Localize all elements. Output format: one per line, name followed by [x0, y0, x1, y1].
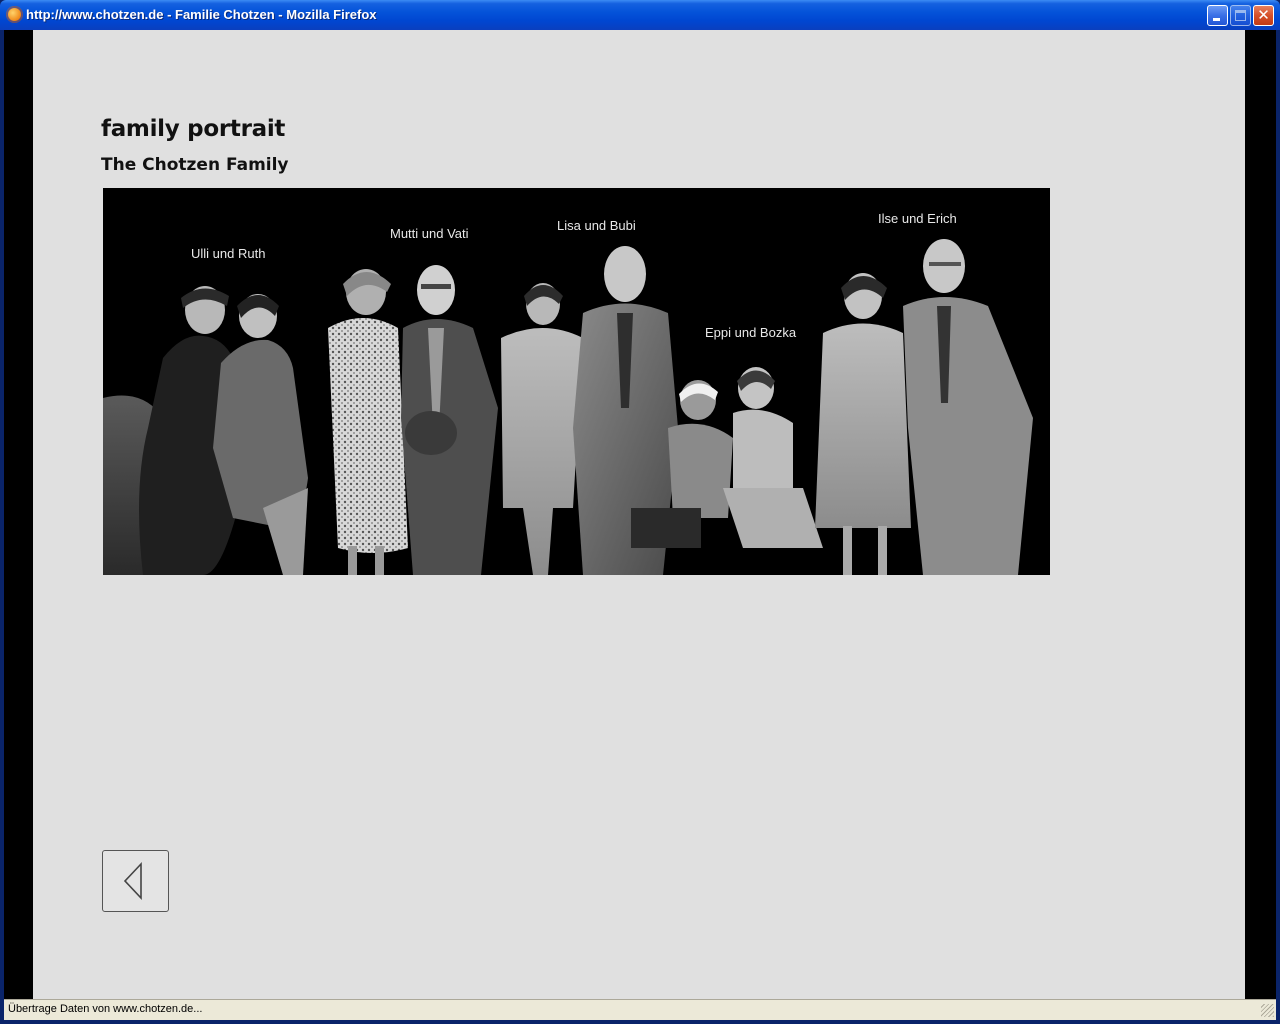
page-content: family portrait The Chotzen Family Ulli …	[33, 30, 1245, 999]
browser-window: http://www.chotzen.de - Familie Chotzen …	[0, 0, 1280, 1024]
resize-grip-icon[interactable]	[1261, 1004, 1274, 1017]
caption-mutti-und-vati: Mutti und Vati	[390, 226, 469, 241]
page-title: family portrait	[101, 116, 286, 142]
caption-lisa-und-bubi: Lisa und Bubi	[557, 218, 636, 233]
page-subtitle: The Chotzen Family	[101, 155, 289, 175]
firefox-icon	[6, 6, 23, 23]
window-title: http://www.chotzen.de - Familie Chotzen …	[26, 7, 377, 22]
caption-ilse-und-erich: Ilse und Erich	[878, 211, 957, 226]
status-bar: Übertrage Daten von www.chotzen.de...	[4, 999, 1276, 1020]
title-bar[interactable]: http://www.chotzen.de - Familie Chotzen …	[0, 0, 1280, 30]
browser-viewport: family portrait The Chotzen Family Ulli …	[4, 30, 1276, 999]
back-button[interactable]	[102, 850, 169, 912]
minimize-icon	[1213, 18, 1220, 21]
caption-ulli-und-ruth: Ulli und Ruth	[191, 246, 266, 261]
minimize-button[interactable]	[1207, 5, 1228, 26]
maximize-button[interactable]	[1230, 5, 1251, 26]
family-portrait-photo: Ulli und Ruth Mutti und Vati Lisa und Bu…	[103, 188, 1050, 575]
close-icon: ✕	[1257, 6, 1270, 24]
back-arrow-icon	[123, 861, 142, 901]
close-button[interactable]: ✕	[1253, 5, 1274, 26]
maximize-icon	[1235, 10, 1246, 21]
caption-eppi-und-bozka: Eppi und Bozka	[705, 325, 797, 340]
status-text: Übertrage Daten von www.chotzen.de...	[8, 1003, 203, 1015]
